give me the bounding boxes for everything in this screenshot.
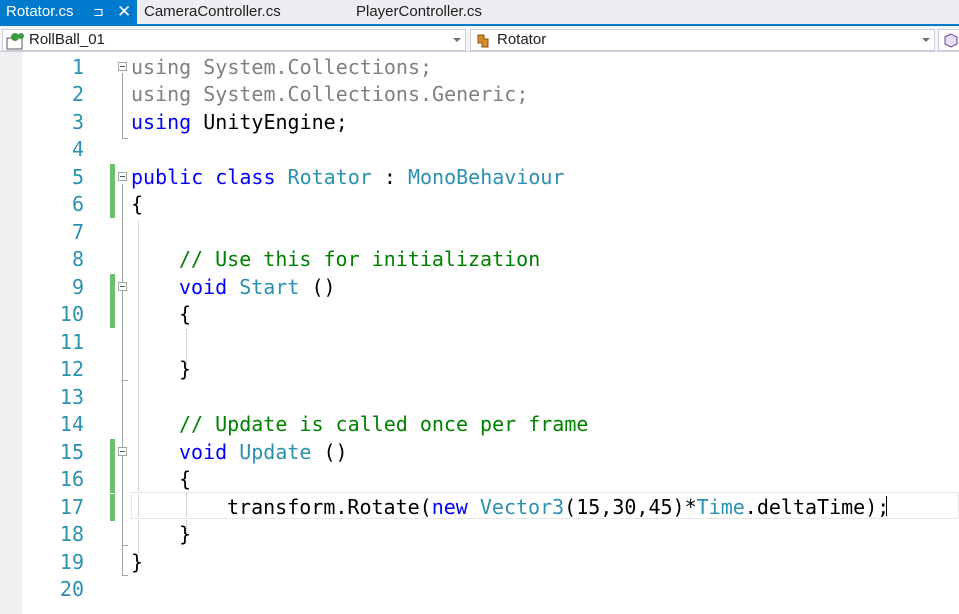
line-number: 9 (71, 275, 84, 299)
change-marker (110, 164, 115, 191)
change-marker (110, 494, 115, 521)
code-line: 17 transform.Rotate(new Vector3(15,30,45… (0, 494, 959, 521)
code-text: } (131, 550, 144, 574)
line-number: 7 (71, 220, 84, 244)
code-line: 10 { (0, 301, 959, 328)
chevron-down-icon (922, 38, 930, 42)
line-number: 14 (59, 412, 84, 436)
line-number: 6 (71, 192, 84, 216)
project-dropdown[interactable]: RollBall_01 (2, 29, 466, 51)
code-line: 7 (0, 219, 959, 246)
code-text: using System.Collections; (131, 55, 433, 79)
chevron-down-icon (453, 38, 461, 42)
code-text: transform.Rotate(new Vector3(15,30,45)*T… (227, 495, 890, 519)
document-tab-strip: Rotator.cs ⊐ ✕ CameraController.cs Playe… (0, 0, 959, 24)
code-line: 4 (0, 136, 959, 163)
line-number: 17 (59, 495, 84, 519)
line-number: 10 (59, 302, 84, 326)
line-number: 16 (59, 467, 84, 491)
code-line: 9 void Start () (0, 274, 959, 301)
line-number: 19 (59, 550, 84, 574)
change-marker (110, 191, 115, 218)
line-number: 8 (71, 247, 84, 271)
line-number: 4 (71, 137, 84, 161)
project-name: RollBall_01 (29, 31, 105, 48)
collapse-icon[interactable] (118, 282, 127, 291)
code-line: 6 { (0, 191, 959, 218)
line-number: 12 (59, 357, 84, 381)
code-line: 19 } (0, 549, 959, 576)
collapse-icon[interactable] (118, 447, 127, 456)
code-line: 2 using System.Collections.Generic; (0, 81, 959, 108)
code-comment: // Use this for initialization (179, 247, 541, 271)
tab-label: Rotator.cs (6, 3, 74, 20)
code-line: 15 void Update () (0, 439, 959, 466)
code-text: } (179, 357, 192, 381)
code-line: 20 (0, 576, 959, 603)
code-line: 11 (0, 329, 959, 356)
code-editor[interactable]: 1 using System.Collections; 2 using Syst… (0, 52, 959, 614)
change-marker (110, 274, 115, 301)
code-text: public class Rotator : MonoBehaviour (131, 165, 565, 189)
close-icon[interactable]: ✕ (117, 0, 131, 24)
line-number: 11 (59, 330, 84, 354)
code-line: 18 } (0, 521, 959, 548)
code-line: 8 // Use this for initialization (0, 246, 959, 273)
line-number: 5 (71, 165, 84, 189)
tab-playercontroller[interactable]: PlayerController.cs (348, 0, 548, 24)
code-text: { (179, 467, 192, 491)
code-text: void Update () (179, 440, 348, 464)
code-text: using System.Collections.Generic; (131, 82, 529, 106)
code-line: 13 (0, 384, 959, 411)
code-line: 3 using UnityEngine; (0, 109, 959, 136)
change-marker (110, 439, 115, 466)
type-name: Rotator (497, 31, 547, 48)
member-dropdown[interactable] (938, 29, 959, 51)
code-comment: // Update is called once per frame (179, 412, 589, 436)
collapse-icon[interactable] (118, 172, 127, 181)
code-text: { (131, 192, 144, 216)
line-number: 18 (59, 522, 84, 546)
change-marker (110, 466, 115, 493)
change-marker (110, 301, 115, 328)
line-number: 3 (71, 110, 84, 134)
line-number: 1 (71, 55, 84, 79)
code-text: void Start () (179, 275, 336, 299)
line-number: 15 (59, 440, 84, 464)
code-line: 1 using System.Collections; (0, 54, 959, 81)
code-text: using UnityEngine; (131, 110, 348, 134)
collapse-icon[interactable] (118, 62, 127, 71)
pin-icon[interactable]: ⊐ (93, 0, 104, 24)
line-number: 2 (71, 82, 84, 106)
type-dropdown[interactable]: Rotator (470, 29, 935, 51)
code-line: 16 { (0, 466, 959, 493)
line-number: 20 (59, 577, 84, 601)
code-line: 12 } (0, 356, 959, 383)
tab-cameracontroller[interactable]: CameraController.cs (137, 0, 337, 24)
code-text: { (179, 302, 192, 326)
tab-rotator[interactable]: Rotator.cs ⊐ ✕ (0, 0, 137, 24)
text-caret (886, 496, 887, 516)
tab-label: CameraController.cs (144, 3, 281, 20)
code-text: } (179, 522, 192, 546)
tab-label: PlayerController.cs (356, 3, 482, 20)
line-number: 13 (59, 385, 84, 409)
code-line: 5 public class Rotator : MonoBehaviour (0, 164, 959, 191)
code-line: 14 // Update is called once per frame (0, 411, 959, 438)
navigation-bar: RollBall_01 Rotator (0, 24, 959, 52)
